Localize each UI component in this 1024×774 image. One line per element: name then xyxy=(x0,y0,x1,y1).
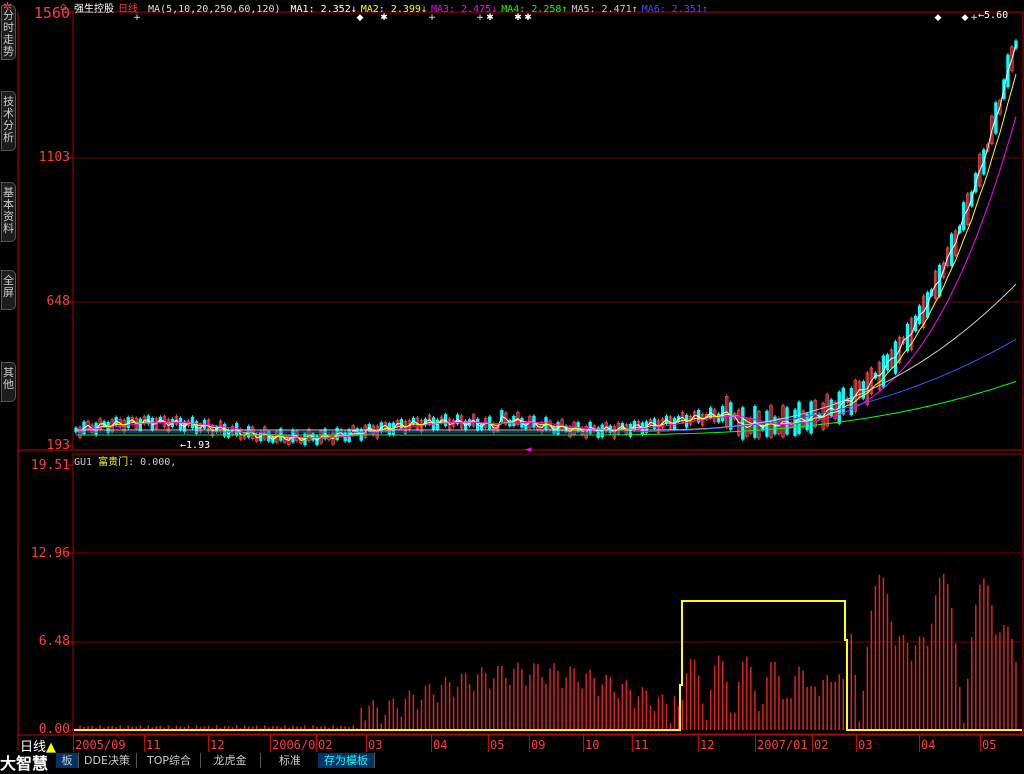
x-axis-tick xyxy=(488,735,489,752)
x-axis-tick xyxy=(316,735,317,752)
bottom-tab-2[interactable]: DDE决策 xyxy=(78,753,137,768)
signal-marker: ◆ xyxy=(962,13,969,23)
indicator-series-value: 0.000, xyxy=(140,457,177,468)
grid-lines: + ◆ ✱ + + ✱ ✱ ✱ ◆ ◆ +◄ xyxy=(17,11,1024,750)
tab-technical-label: 技术分析 xyxy=(3,95,14,144)
x-axis-tick xyxy=(919,735,920,752)
x-axis-label: 04 xyxy=(433,738,448,752)
price-tick-top: 1560 xyxy=(33,4,70,22)
x-axis-tick xyxy=(980,735,981,752)
bottom-tab-5[interactable]: 标准 xyxy=(262,753,319,768)
x-axis-label: 12 xyxy=(210,738,225,752)
ma-line xyxy=(75,44,1017,442)
min-price-value: 1.93 xyxy=(186,440,211,451)
x-axis-label: 02 xyxy=(814,738,829,752)
tab-technical[interactable]: 技术分析 xyxy=(1,91,16,151)
x-axis-tick xyxy=(144,735,145,752)
x-axis-label: 11 xyxy=(146,738,161,752)
signal-marker: ◆ xyxy=(935,13,942,23)
settings-icon[interactable]: ✲ xyxy=(3,0,12,13)
period-label: 日线 xyxy=(118,4,138,15)
candlestick-series xyxy=(74,38,1018,447)
price-tick: 648 xyxy=(46,294,70,309)
x-axis-tick xyxy=(583,735,584,752)
price-tick-bottom: 193 xyxy=(46,438,70,453)
indicator-tick: 19.51 xyxy=(30,458,70,473)
x-axis-tick xyxy=(431,735,432,752)
bottom-tab-4[interactable]: 龙虎金 xyxy=(200,753,261,768)
x-axis-label: 04 xyxy=(921,738,936,752)
x-axis-tick xyxy=(73,735,74,752)
x-axis-label: 03 xyxy=(858,738,873,752)
ma-values: MA1: 2.352↓ MA2: 2.399↓ MA3: 2.475↓ MA4: 2.… xyxy=(291,4,712,15)
tab-fundamental-label: 基本资料 xyxy=(3,186,14,235)
max-price-label: ←5.60 xyxy=(978,10,1009,21)
x-axis-label: 2006/0 xyxy=(272,738,316,752)
brand-logo: 大智慧 xyxy=(0,754,49,773)
ma-value-2: MA2: 2.399↓ xyxy=(360,4,427,15)
ma-value-4: MA4: 2.258↑ xyxy=(501,4,568,15)
x-axis-label: 02 xyxy=(318,738,333,752)
indicator-tick: 6.48 xyxy=(38,634,70,649)
ma-line xyxy=(76,283,1017,431)
ma-value-5: MA5: 2.471↑ xyxy=(571,4,638,15)
x-axis-label: 05 xyxy=(490,738,505,752)
x-axis-tick xyxy=(698,735,699,752)
price-tick: 1103 xyxy=(38,150,70,165)
indicator-bars xyxy=(75,573,1017,730)
indicator-frame xyxy=(72,453,1024,735)
indicator-series-label: 富贵门: xyxy=(98,457,135,468)
indicator-title: GU1 富贵门: 0.000, xyxy=(74,453,176,468)
bottom-tab-6[interactable]: 存为模板 xyxy=(318,753,375,768)
signal-marker: + xyxy=(970,13,978,23)
x-axis-tick xyxy=(755,735,756,752)
ma-value-6: MA6: 2.351↑ xyxy=(641,4,708,15)
ma-line xyxy=(75,116,1017,439)
x-axis-tick xyxy=(856,735,857,752)
tab-other[interactable]: 其他 xyxy=(1,362,16,402)
x-axis-label: 11 xyxy=(634,738,649,752)
indicator-tick: 0.00 xyxy=(38,722,70,737)
stock-name: 强生控股 xyxy=(74,4,114,15)
bottom-tab-3[interactable]: TOP综合 xyxy=(138,753,201,768)
x-axis-label: 12 xyxy=(700,738,715,752)
x-axis-label: 09 xyxy=(531,738,546,752)
x-axis-tick xyxy=(632,735,633,752)
x-axis-tick xyxy=(812,735,813,752)
x-axis-label: 10 xyxy=(585,738,600,752)
tab-fundamental[interactable]: 基本资料 xyxy=(1,182,16,242)
indicator-tick: 12.96 xyxy=(30,546,70,561)
x-axis-label: 03 xyxy=(368,738,383,752)
tab-other-label: 其他 xyxy=(3,366,14,391)
ma-value-3: MA3: 2.475↓ xyxy=(430,4,498,15)
x-axis-label: 2005/09 xyxy=(75,738,126,752)
x-axis-tick xyxy=(208,735,209,752)
ma-info-bar: 强生控股 日线 MA(5,10,20,250,60,120) MA1: 2.352… xyxy=(74,0,716,15)
x-axis-tick xyxy=(366,735,367,752)
chart-canvas[interactable]: + ◆ ✱ + + ✱ ✱ ✱ ◆ ◆ +◄ xyxy=(0,0,1024,768)
moving-average-lines xyxy=(75,44,1017,442)
x-axis-tick xyxy=(529,735,530,752)
min-price-label: ←1.93 xyxy=(180,440,211,451)
ma-value-1: MA1: 2.352↓ xyxy=(290,4,357,15)
x-axis-label: 2007/01 xyxy=(757,738,808,752)
indicator-name: GU1 xyxy=(74,457,93,468)
ma-line xyxy=(75,74,1017,439)
max-price-value: 5.60 xyxy=(984,10,1009,21)
cursor-marker: ◄ xyxy=(525,445,532,455)
ma-params: MA(5,10,20,250,60,120) xyxy=(148,4,281,15)
x-axis-tick xyxy=(270,735,271,752)
bottom-tab-1[interactable]: 板 xyxy=(56,753,79,768)
x-axis-label: 05 xyxy=(982,738,997,752)
